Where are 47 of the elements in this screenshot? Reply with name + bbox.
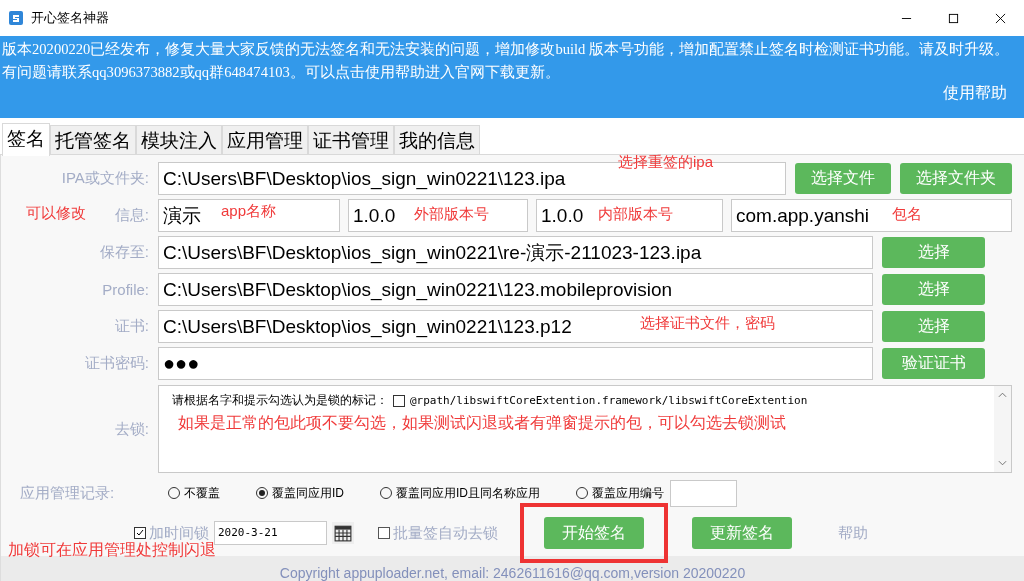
tab[interactable]: 托管签名	[50, 125, 136, 154]
scroll-down-icon[interactable]	[998, 460, 1007, 466]
annotation-text: 选择证书文件，密码	[640, 314, 775, 333]
annotation-text: 内部版本号	[598, 205, 673, 224]
tab[interactable]: 模块注入	[136, 125, 222, 154]
tab[interactable]: 证书管理	[308, 125, 394, 154]
field-label: 证书密码:	[84, 354, 149, 373]
radio-label: 不覆盖	[184, 484, 220, 502]
checkbox[interactable]	[393, 394, 405, 407]
field-label: 应用管理记录:	[19, 483, 116, 503]
input-field[interactable]: C:\Users\BF\Desktop\ios_sign_win0221\123.mobileprovision	[158, 273, 873, 306]
check-icon	[135, 528, 145, 538]
tab[interactable]: 签名	[2, 123, 50, 156]
radio-label: 覆盖同应用ID	[272, 484, 344, 502]
checkbox-label: 批量签自动去锁	[393, 523, 498, 543]
field-label: 证书:	[114, 317, 149, 336]
window-title: 开心签名神器	[31, 9, 109, 27]
password-field[interactable]: ●●●	[158, 347, 873, 380]
copyright-text: Copyright appuploader.net, email: 2462611616@qq.com,version 20200220	[279, 564, 746, 581]
field-label: 信息:	[114, 206, 149, 225]
annotation-text: app名称	[221, 202, 277, 221]
app-icon	[8, 10, 24, 26]
field-label: 保存至:	[99, 243, 149, 262]
calendar-icon[interactable]	[332, 522, 354, 544]
field-label: IPA或文件夹:	[61, 169, 149, 188]
radio-label: 覆盖同应用ID且同名称应用	[396, 484, 540, 502]
tab[interactable]: 我的信息	[394, 125, 480, 154]
scroll-up-icon[interactable]	[998, 392, 1007, 398]
field-label: 去锁:	[114, 419, 149, 439]
checkbox-label: 加时间锁	[149, 523, 209, 542]
prompt-text: 请根据名字和提示勾选认为是锁的标记：	[172, 392, 388, 409]
checkbox[interactable]	[134, 527, 146, 539]
checkbox-label: @rpath/libswiftCoreExtention.framework/libswiftCoreExtention	[410, 394, 808, 407]
field-label: Profile:	[102, 281, 149, 298]
annotation-text: 可以修改	[26, 204, 86, 223]
annotation-text: 如果是正常的包此项不要勾选，如果测试闪退或者有弹窗提示的包，可以勾选去锁测试	[178, 413, 786, 433]
annotation-text: 外部版本号	[414, 205, 489, 224]
scrollbar[interactable]	[994, 386, 1011, 472]
input-field[interactable]: C:\Users\BF\Desktop\ios_sign_win0221\re-演示-211023-123.ipa	[158, 236, 873, 269]
checkbox[interactable]	[378, 527, 390, 539]
annotation-text: 包名	[892, 205, 922, 224]
number-field[interactable]	[670, 479, 737, 507]
date-field[interactable]: 2020-3-21	[214, 521, 327, 545]
tab[interactable]: 应用管理	[222, 125, 308, 154]
notice-text: 版本20200220已经发布，修复大量大家反馈的无法签名和无法安装的问题，增加修改build 版本号功能，增加配置禁止签名时检测证书功能。请及时升级。有问题请联系qq3096373882或qq群648474103。可以点击使用帮助进入官网下载更新。	[1, 40, 1011, 82]
radio-label: 覆盖应用编号	[592, 484, 664, 502]
annotation-text: 加锁可在应用管理处控制闪退	[8, 540, 216, 560]
